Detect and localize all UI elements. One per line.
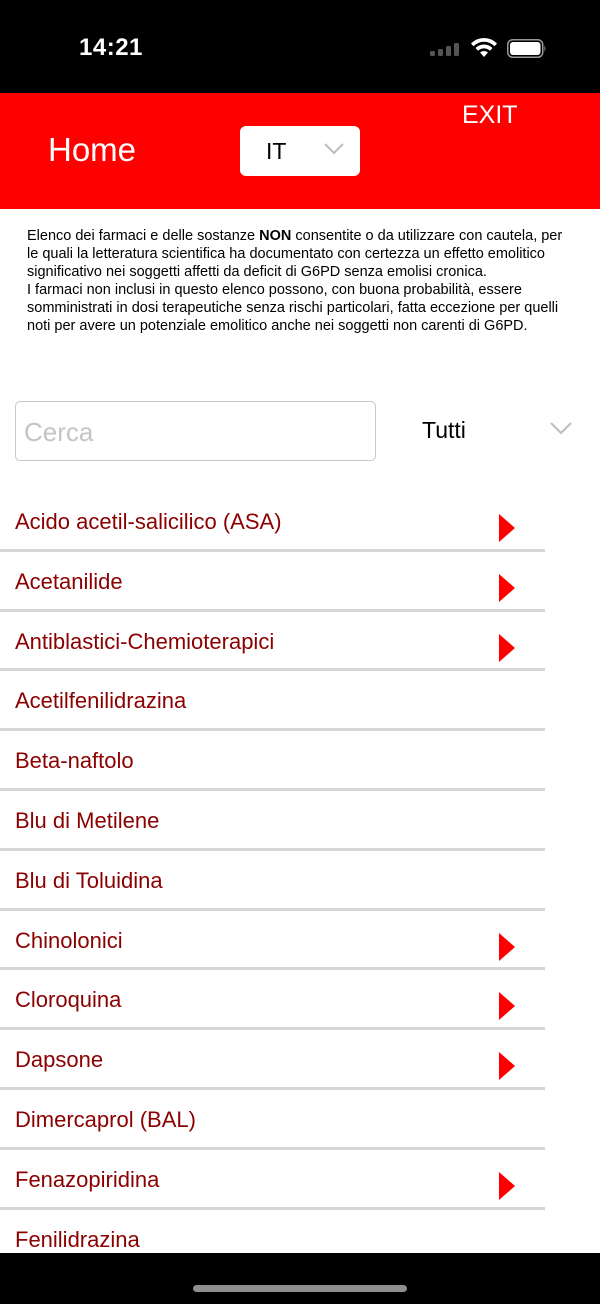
disclosure-arrow-icon[interactable] (499, 1171, 515, 1200)
disclosure-arrow-icon[interactable] (499, 514, 515, 542)
list-item-label: Dapsone (15, 1047, 104, 1073)
disclosure-arrow-icon[interactable] (499, 573, 515, 602)
chevron-down-icon (550, 422, 572, 435)
language-value: IT (266, 138, 287, 164)
list-item[interactable]: Chinolonici (0, 911, 600, 971)
language-select[interactable]: IT (240, 126, 360, 176)
disclosure-arrow-icon[interactable] (499, 932, 515, 961)
list-item-label: Acido acetil-salicilico (ASA) (15, 509, 282, 534)
list-item-label: Dimercaprol (BAL) (15, 1106, 196, 1132)
list-item-label: Acetanilide (15, 568, 123, 594)
list-item[interactable]: Dapsone (0, 1030, 600, 1090)
home-bar (0, 1253, 600, 1304)
list-item-label: Beta-naftolo (15, 748, 134, 774)
wifi-icon (471, 37, 497, 57)
drug-list: Acido acetil-salicilico (ASA) Acetanilide… (0, 492, 600, 1253)
list-item-label: Cloroquina (15, 987, 122, 1013)
list-item[interactable]: Dimercaprol (BAL) (0, 1090, 600, 1150)
battery-icon (507, 39, 546, 58)
home-indicator[interactable] (193, 1285, 407, 1292)
list-item-label: Blu di Toluidina (15, 867, 163, 893)
list-item[interactable]: Acetilfenilidrazina (0, 671, 600, 732)
cellular-signal-icon (430, 42, 464, 56)
main-content: Elenco dei farmaci e delle sostanze NON … (0, 209, 600, 1253)
list-item-label: Fenilidrazina (15, 1226, 140, 1252)
disclosure-arrow-icon[interactable] (499, 633, 515, 662)
app-header: Home IT EXIT (0, 93, 600, 209)
list-item[interactable]: Fenazopiridina (0, 1150, 600, 1210)
list-item[interactable]: Cloroquina (0, 970, 600, 1031)
intro-text-part: Elenco dei farmaci e delle sostanze (27, 228, 260, 244)
disclosure-arrow-icon[interactable] (499, 1052, 515, 1081)
list-item[interactable]: Blu di Metilene (0, 791, 600, 851)
search-box[interactable] (15, 401, 376, 461)
list-item-label: Antiblastici-Chemioterapici (15, 628, 275, 654)
list-item[interactable]: Fenilidrazina (0, 1210, 600, 1253)
chevron-down-icon (324, 143, 344, 155)
status-bar: 14:21 (0, 0, 600, 93)
intro-paragraph-2: I farmaci non inclusi in questo elenco p… (27, 282, 559, 334)
list-item[interactable]: Acido acetil-salicilico (ASA) (0, 492, 600, 552)
status-time: 14:21 (79, 34, 143, 61)
list-item-label: Blu di Metilene (15, 807, 160, 833)
list-item[interactable]: Acetanilide (0, 552, 600, 612)
list-item[interactable]: Blu di Toluidina (0, 851, 600, 911)
list-item[interactable]: Antiblastici-Chemioterapici (0, 612, 600, 672)
exit-button[interactable]: EXIT (462, 101, 518, 130)
disclosure-arrow-icon[interactable] (499, 992, 515, 1021)
filter-value: Tutti (422, 417, 466, 443)
list-item-label: Acetilfenilidrazina (15, 688, 187, 714)
filter-select[interactable]: Tutti (402, 404, 592, 458)
search-input[interactable] (24, 412, 364, 452)
page-title: Home (48, 131, 137, 168)
list-item-label: Fenazopiridina (15, 1166, 160, 1192)
intro-text-bold: NON (259, 228, 292, 244)
intro-text: Elenco dei farmaci e delle sostanze NON … (27, 227, 572, 335)
list-item-label: Chinolonici (15, 927, 123, 953)
list-item[interactable]: Beta-naftolo (0, 731, 600, 791)
